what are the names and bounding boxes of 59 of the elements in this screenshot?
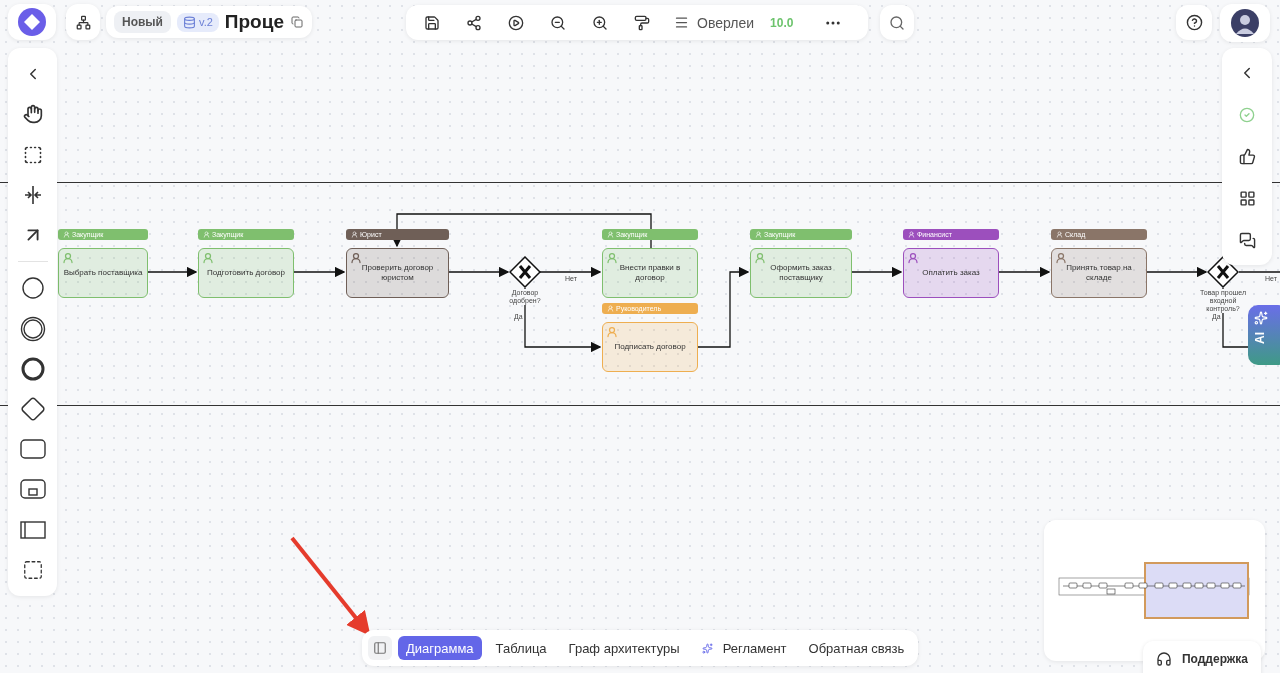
task-text: Подписать договор (614, 341, 686, 353)
task-text: Внести правки в договор (618, 262, 682, 284)
person-icon (607, 305, 614, 312)
task-box[interactable]: Оплатить заказ (903, 248, 999, 298)
person-icon (908, 231, 915, 238)
logo-icon (18, 8, 46, 36)
task-text: Выбрать поставщика (63, 267, 143, 279)
task-text: Оплатить заказ (922, 267, 980, 279)
flow-arrow (293, 266, 346, 278)
sparkle-icon (1254, 311, 1268, 325)
person-icon (754, 252, 766, 264)
person-icon (350, 252, 362, 264)
person-icon (606, 252, 618, 264)
task-text: Принять товар на складе (1065, 262, 1133, 284)
overlay-score: 10.0 (770, 15, 794, 30)
flow-arrow (539, 266, 602, 278)
view-tab[interactable]: Таблица (487, 636, 555, 660)
flow-arrow (1146, 266, 1208, 278)
view-tab[interactable]: Регламент (693, 636, 795, 660)
person-icon (351, 231, 358, 238)
view-tab[interactable]: Диаграмма (398, 636, 482, 660)
person-icon (62, 252, 74, 264)
task-text: Проверить договор юристом (360, 262, 435, 284)
panel-icon[interactable] (368, 636, 392, 660)
flow-arrow (851, 266, 903, 278)
headset-icon (1155, 651, 1172, 667)
task-box[interactable]: Подписать договор (602, 322, 698, 372)
task-text: Подготовить договор (207, 267, 285, 279)
support-button[interactable]: Поддержка (1143, 641, 1261, 673)
view-tab[interactable]: Граф архитектуры (560, 636, 688, 660)
overlay-button[interactable]: Оверлеи (668, 14, 761, 31)
task-box[interactable]: Внести правки в договор (602, 248, 698, 298)
person-icon (907, 252, 919, 264)
person-icon (202, 252, 214, 264)
person-icon (606, 326, 618, 338)
flow-arrow (998, 266, 1051, 278)
person-icon (607, 231, 614, 238)
task-box[interactable]: Подготовить договор (198, 248, 294, 298)
menu-icon (674, 15, 689, 30)
process-title[interactable]: Проце (224, 11, 284, 33)
flow-arrow (147, 266, 198, 278)
ai-button[interactable]: AI (1248, 305, 1280, 365)
task-box[interactable]: Проверить договор юристом (346, 248, 449, 298)
flow-arrow (448, 266, 510, 278)
app-logo-button[interactable] (8, 4, 56, 40)
task-box[interactable]: Принять товар на складе (1051, 248, 1147, 298)
status-badge: Новый (114, 11, 171, 33)
gateway-icon (509, 256, 541, 288)
view-tab[interactable]: Обратная связь (800, 636, 913, 660)
person-icon (755, 231, 762, 238)
person-icon (1055, 252, 1067, 264)
avatar[interactable] (1231, 9, 1259, 37)
person-icon (203, 231, 210, 238)
person-icon (63, 231, 70, 238)
sparkle-icon (701, 642, 713, 654)
person-icon (1056, 231, 1063, 238)
task-text: Оформить заказ поставщику (769, 262, 833, 284)
task-box[interactable]: Оформить заказ поставщику (750, 248, 852, 298)
task-box[interactable]: Выбрать поставщика (58, 248, 148, 298)
